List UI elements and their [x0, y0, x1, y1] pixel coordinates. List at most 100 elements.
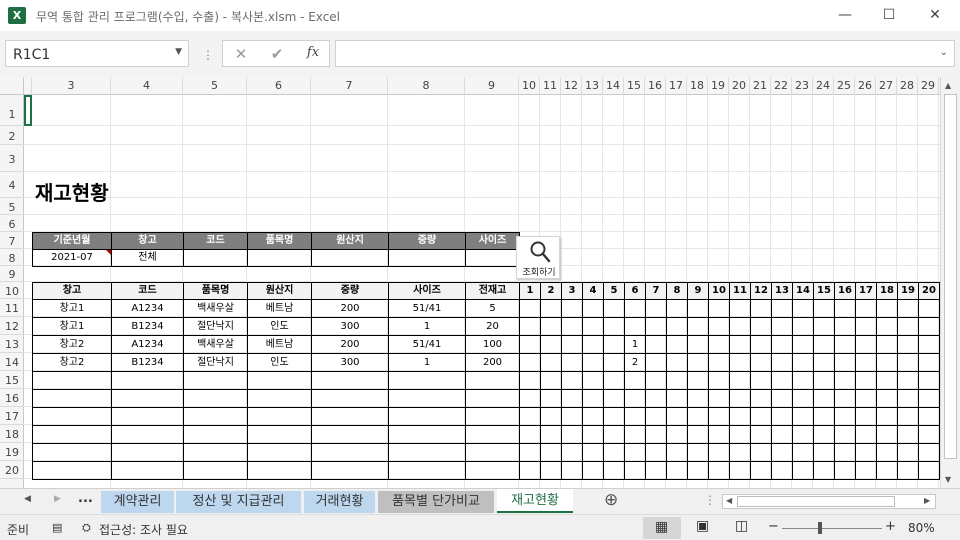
table-cell[interactable]	[855, 353, 877, 372]
empty-cell[interactable]	[247, 371, 312, 390]
empty-cell[interactable]	[792, 371, 814, 390]
table-cell[interactable]: A1234	[111, 335, 184, 354]
table-cell[interactable]	[540, 353, 562, 372]
table-cell[interactable]	[729, 317, 751, 336]
empty-cell[interactable]	[855, 443, 877, 462]
empty-cell[interactable]	[918, 371, 940, 390]
empty-cell[interactable]	[388, 389, 466, 408]
empty-cell[interactable]	[645, 407, 667, 426]
table-cell[interactable]: 인도	[247, 353, 312, 372]
empty-cell[interactable]	[750, 371, 772, 390]
formula-input[interactable]: ⌄	[335, 40, 955, 67]
table-cell[interactable]	[582, 353, 604, 372]
table-cell[interactable]	[876, 299, 898, 318]
table-cell[interactable]	[897, 353, 919, 372]
empty-cell[interactable]	[183, 443, 248, 462]
scroll-right-icon[interactable]: ▶	[924, 496, 930, 505]
empty-cell[interactable]	[792, 425, 814, 444]
name-box[interactable]: R1C1 ▼	[5, 40, 189, 67]
table-cell[interactable]	[687, 299, 709, 318]
empty-cell[interactable]	[708, 461, 730, 480]
empty-cell[interactable]	[32, 389, 112, 408]
empty-cell[interactable]	[582, 461, 604, 480]
table-cell[interactable]	[813, 299, 835, 318]
empty-cell[interactable]	[687, 461, 709, 480]
empty-cell[interactable]	[771, 371, 793, 390]
empty-cell[interactable]	[687, 371, 709, 390]
vertical-scrollbar[interactable]: ▲ ▼	[940, 77, 960, 488]
row-header[interactable]: 9	[0, 266, 24, 282]
page-break-view-icon[interactable]: ◫	[735, 518, 748, 534]
filter-value[interactable]	[183, 249, 248, 267]
table-cell[interactable]	[771, 353, 793, 372]
table-cell[interactable]	[876, 335, 898, 354]
filter-value[interactable]	[465, 249, 520, 267]
empty-cell[interactable]	[708, 389, 730, 408]
tab-next-icon[interactable]: ▶	[54, 494, 61, 504]
empty-cell[interactable]	[183, 425, 248, 444]
table-cell[interactable]	[855, 335, 877, 354]
empty-cell[interactable]	[183, 461, 248, 480]
chevron-down-icon[interactable]: ⌄	[940, 47, 948, 58]
empty-cell[interactable]	[834, 371, 856, 390]
row-header[interactable]: 8	[0, 249, 24, 266]
horizontal-scrollbar[interactable]: ◀ ▶	[722, 494, 936, 509]
table-cell[interactable]	[834, 299, 856, 318]
filter-value[interactable]	[247, 249, 312, 267]
empty-cell[interactable]	[388, 425, 466, 444]
empty-cell[interactable]	[897, 461, 919, 480]
empty-cell[interactable]	[834, 443, 856, 462]
empty-cell[interactable]	[771, 389, 793, 408]
add-sheet-icon[interactable]: ⊕	[604, 490, 618, 510]
column-header[interactable]: 4	[111, 77, 183, 95]
empty-cell[interactable]	[897, 425, 919, 444]
empty-cell[interactable]	[666, 461, 688, 480]
table-cell[interactable]	[792, 353, 814, 372]
empty-cell[interactable]	[666, 389, 688, 408]
empty-cell[interactable]	[111, 443, 184, 462]
table-cell[interactable]: 백새우살	[183, 335, 248, 354]
empty-cell[interactable]	[624, 389, 646, 408]
empty-cell[interactable]	[32, 407, 112, 426]
filter-value[interactable]: 전체	[111, 249, 184, 267]
row-header[interactable]: 17	[0, 407, 24, 425]
empty-cell[interactable]	[750, 425, 772, 444]
accessibility-status[interactable]: 접근성: 조사 필요	[99, 521, 188, 538]
table-cell[interactable]	[729, 335, 751, 354]
empty-cell[interactable]	[708, 425, 730, 444]
zoom-in-button[interactable]: +	[885, 519, 896, 534]
empty-cell[interactable]	[247, 461, 312, 480]
empty-cell[interactable]	[32, 443, 112, 462]
empty-cell[interactable]	[247, 443, 312, 462]
empty-cell[interactable]	[792, 461, 814, 480]
empty-cell[interactable]	[465, 407, 520, 426]
empty-cell[interactable]	[540, 371, 562, 390]
table-cell[interactable]: 절단낙지	[183, 353, 248, 372]
row-header[interactable]: 15	[0, 371, 24, 389]
scroll-down-icon[interactable]: ▼	[945, 475, 951, 484]
tab-prev-icon[interactable]: ◀	[24, 494, 31, 504]
empty-cell[interactable]	[771, 425, 793, 444]
worksheet-grid[interactable]: 3 4 5 6 7 8 9 10 11 12 13 14 15 16 17 18 19 20 21 22 23 24 25 2…	[0, 77, 940, 488]
table-cell[interactable]	[855, 317, 877, 336]
search-button[interactable]: 조회하기	[516, 236, 560, 279]
accessibility-icon[interactable]: ⛭	[82, 521, 91, 535]
empty-cell[interactable]	[311, 443, 389, 462]
table-cell[interactable]: 2	[624, 353, 646, 372]
zoom-slider[interactable]	[782, 528, 882, 529]
empty-cell[interactable]	[897, 443, 919, 462]
empty-cell[interactable]	[111, 389, 184, 408]
empty-cell[interactable]	[687, 425, 709, 444]
table-cell[interactable]	[729, 353, 751, 372]
table-cell[interactable]	[666, 299, 688, 318]
empty-cell[interactable]	[666, 371, 688, 390]
empty-cell[interactable]	[561, 461, 583, 480]
empty-cell[interactable]	[708, 443, 730, 462]
table-cell[interactable]	[561, 317, 583, 336]
empty-cell[interactable]	[582, 371, 604, 390]
table-cell[interactable]: 200	[465, 353, 520, 372]
table-cell[interactable]: 백새우살	[183, 299, 248, 318]
table-cell[interactable]	[540, 317, 562, 336]
table-cell[interactable]	[687, 317, 709, 336]
empty-cell[interactable]	[771, 443, 793, 462]
